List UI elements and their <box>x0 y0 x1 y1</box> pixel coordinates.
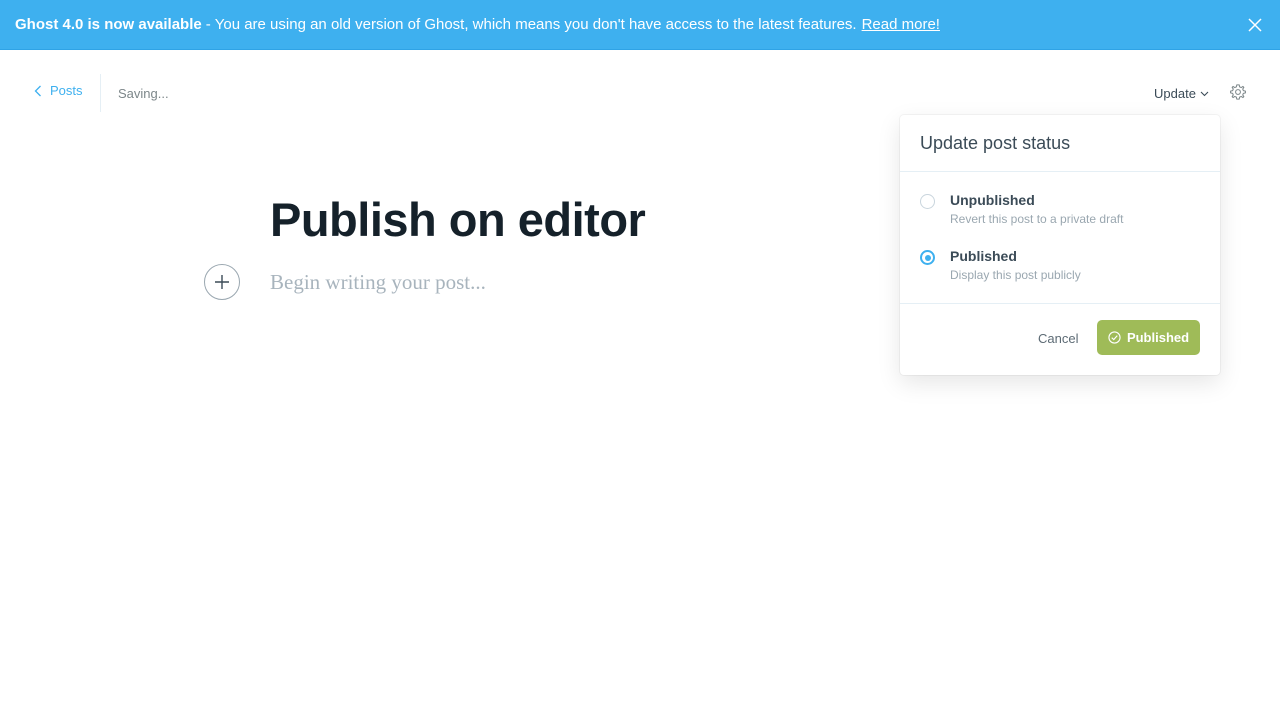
update-banner: Ghost 4.0 is now available - You are usi… <box>0 0 1280 50</box>
popover-title: Update post status <box>900 115 1220 172</box>
published-radio[interactable] <box>920 250 935 265</box>
read-more-link[interactable]: Read more! <box>862 16 940 33</box>
back-label: Posts <box>50 83 83 98</box>
chevron-down-icon <box>1200 91 1209 96</box>
gear-icon[interactable] <box>1229 83 1247 101</box>
banner-title: Ghost 4.0 is now available <box>15 16 202 33</box>
topbar-divider <box>100 74 101 112</box>
banner-separator: - <box>205 16 211 33</box>
cancel-button[interactable]: Cancel <box>1038 331 1078 346</box>
banner-message: You are using an old version of Ghost, w… <box>214 16 857 33</box>
popover-divider <box>900 303 1220 304</box>
chevron-left-icon <box>34 85 41 96</box>
published-button-label: Published <box>1126 330 1190 345</box>
add-card-button[interactable] <box>204 264 240 300</box>
option-published[interactable]: Published Display this post publicly <box>920 248 1081 282</box>
option-label: Unpublished <box>950 192 1035 208</box>
option-unpublished[interactable]: Unpublished Revert this post to a privat… <box>920 192 1123 226</box>
published-button[interactable]: Published <box>1097 320 1200 355</box>
unpublished-radio[interactable] <box>920 194 935 209</box>
post-title[interactable]: Publish on editor <box>270 192 646 247</box>
post-body-editor[interactable]: Begin writing your post... <box>270 270 486 295</box>
update-label: Update <box>1154 86 1196 101</box>
back-to-posts-link[interactable]: Posts <box>34 83 83 98</box>
update-dropdown-button[interactable]: Update <box>1154 86 1209 101</box>
plus-icon <box>215 275 229 289</box>
option-description: Revert this post to a private draft <box>950 212 1124 226</box>
option-description: Display this post publicly <box>950 268 1081 282</box>
option-label: Published <box>950 248 1017 264</box>
save-status: Saving... <box>118 86 169 101</box>
update-post-status-popover: Update post status Unpublished Revert th… <box>900 115 1220 375</box>
close-icon[interactable] <box>1246 16 1264 34</box>
check-circle-icon <box>1108 331 1121 344</box>
